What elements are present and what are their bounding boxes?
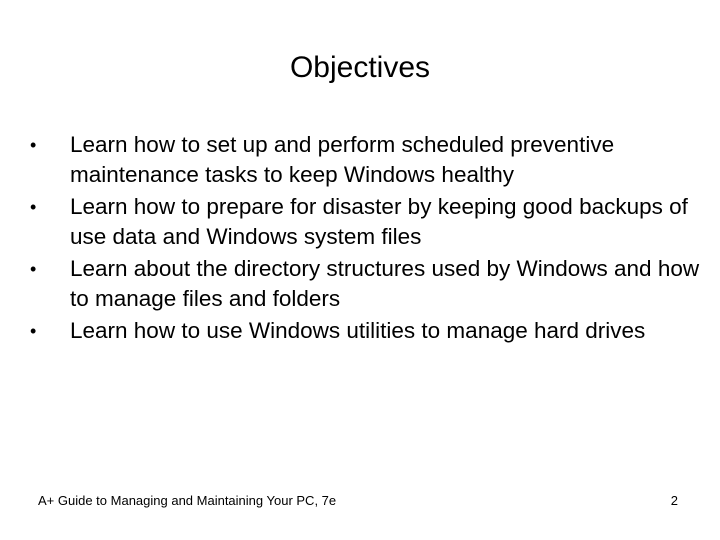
bullet-icon: • — [30, 197, 37, 217]
bullet-icon: • — [30, 259, 37, 279]
bullet-icon: • — [30, 321, 37, 341]
list-item-text: Learn about the directory structures use… — [70, 256, 700, 311]
objectives-list: • Learn how to set up and perform schedu… — [30, 130, 700, 348]
list-item: • Learn how to use Windows utilities to … — [30, 316, 700, 346]
slide-title: Objectives — [289, 51, 431, 84]
list-item-text: Learn how to prepare for disaster by kee… — [70, 194, 688, 249]
footer-text: A+ Guide to Managing and Maintaining You… — [38, 493, 337, 508]
list-item: • Learn how to prepare for disaster by k… — [30, 192, 700, 252]
list-item-text: Learn how to use Windows utilities to ma… — [70, 318, 646, 343]
bullet-icon: • — [30, 135, 37, 155]
list-item: • Learn about the directory structures u… — [30, 254, 700, 314]
page-number: 2 — [670, 493, 678, 508]
list-item-text: Learn how to set up and perform schedule… — [70, 132, 615, 187]
list-item: • Learn how to set up and perform schedu… — [30, 130, 700, 190]
